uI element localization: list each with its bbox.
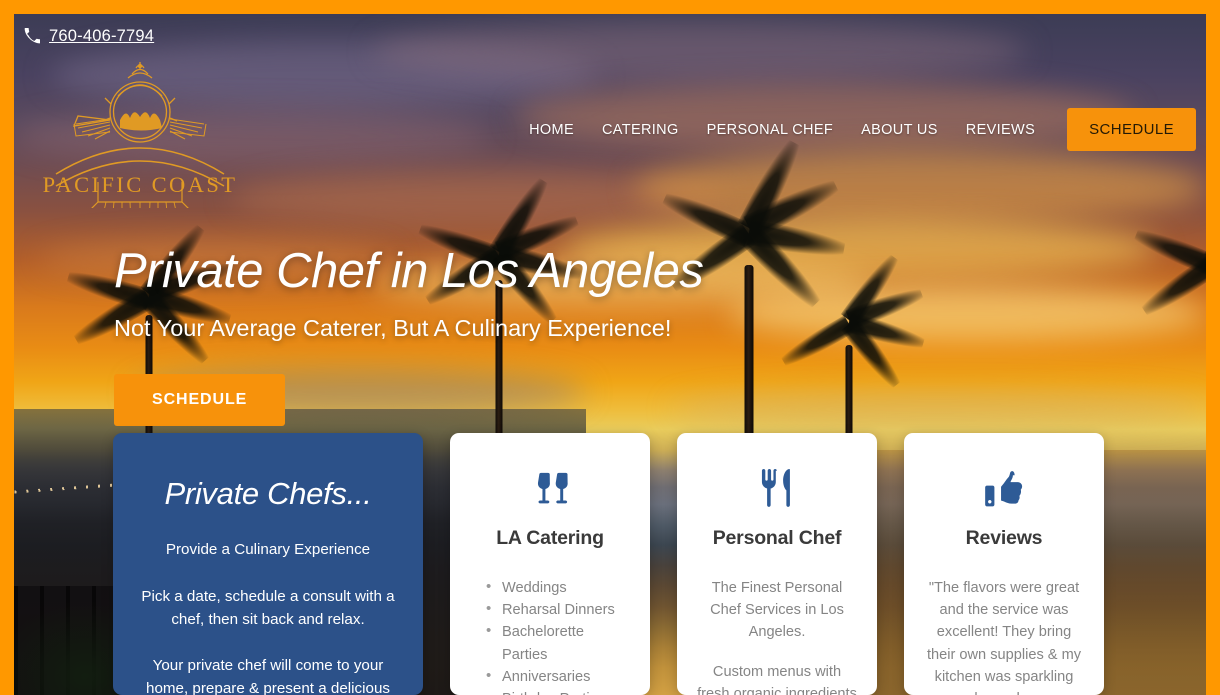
hero-section: Private Chef in Los Angeles Not Your Ave… (114, 244, 704, 427)
nav-item-personal-chef[interactable]: PERSONAL CHEF (693, 122, 847, 138)
list-item: Bachelorette Parties (486, 620, 632, 665)
nav-item-about-us[interactable]: ABOUT US (847, 122, 952, 138)
list-item: Birthday Parties (486, 687, 632, 695)
card-personal-chef-body: The Finest Personal Chef Services in Los… (695, 577, 859, 695)
page-viewport: 760-406-7794 PACIFIC COAST HOME CATERING… (14, 14, 1206, 695)
feature-cards: Private Chefs... Provide a Culinary Expe… (113, 433, 1104, 695)
fork-knife-icon (695, 465, 859, 513)
card-personal-chef-para1: The Finest Personal Chef Services in Los… (710, 580, 844, 641)
card-la-catering-body: Weddings Reharsal Dinners Bachelorette P… (468, 576, 632, 695)
card-reviews-body: "The flavors were great and the service … (922, 577, 1086, 695)
card-la-catering[interactable]: LA Catering Weddings Reharsal Dinners Ba… (450, 433, 650, 695)
card-reviews-quote: "The flavors were great and the service … (926, 580, 1082, 695)
logo-brand-text: PACIFIC COAST (43, 172, 238, 197)
card-private-chefs-line1: Provide a Culinary Experience (165, 541, 371, 559)
thumbs-up-icon (922, 465, 1086, 513)
card-private-chefs-title: Private Chefs... (164, 476, 372, 511)
site-logo[interactable]: PACIFIC COAST PALATE (40, 56, 240, 208)
hero-headline: Private Chef in Los Angeles (114, 244, 704, 298)
list-item: Reharsal Dinners (486, 598, 632, 621)
catering-list: Weddings Reharsal Dinners Bachelorette P… (468, 576, 632, 695)
card-reviews[interactable]: Reviews "The flavors were great and the … (904, 433, 1104, 695)
phone-number: 760-406-7794 (49, 26, 155, 45)
card-personal-chef-para2: Custom menus with fresh organic ingredie… (697, 663, 857, 695)
card-private-chefs-line2: Pick a date, schedule a consult with a c… (141, 587, 395, 628)
main-navigation: HOME CATERING PERSONAL CHEF ABOUT US REV… (515, 108, 1196, 151)
nav-item-home[interactable]: HOME (515, 122, 588, 138)
hero-subheadline: Not Your Average Caterer, But A Culinary… (114, 315, 672, 342)
phone-link[interactable]: 760-406-7794 (24, 27, 154, 46)
site-page: 760-406-7794 PACIFIC COAST HOME CATERING… (0, 0, 1220, 695)
top-bar: 760-406-7794 (14, 14, 1206, 58)
phone-icon (24, 28, 40, 44)
nav-item-reviews[interactable]: REVIEWS (952, 122, 1049, 138)
palm-tree (1124, 177, 1206, 695)
list-item: Anniversaries (486, 665, 632, 688)
hero-schedule-button[interactable]: SCHEDULE (114, 374, 286, 427)
nav-item-catering[interactable]: CATERING (588, 122, 693, 138)
card-private-chefs: Private Chefs... Provide a Culinary Expe… (113, 433, 423, 695)
card-personal-chef-title: Personal Chef (712, 527, 842, 549)
list-item: Weddings (486, 576, 632, 599)
card-private-chefs-line3: Your private chef will come to your home… (146, 657, 390, 695)
cheers-glasses-icon (468, 465, 632, 513)
card-personal-chef[interactable]: Personal Chef The Finest Personal Chef S… (677, 433, 877, 695)
card-la-catering-title: LA Catering (496, 527, 604, 549)
card-reviews-title: Reviews (965, 527, 1043, 549)
nav-schedule-button[interactable]: SCHEDULE (1067, 108, 1196, 151)
